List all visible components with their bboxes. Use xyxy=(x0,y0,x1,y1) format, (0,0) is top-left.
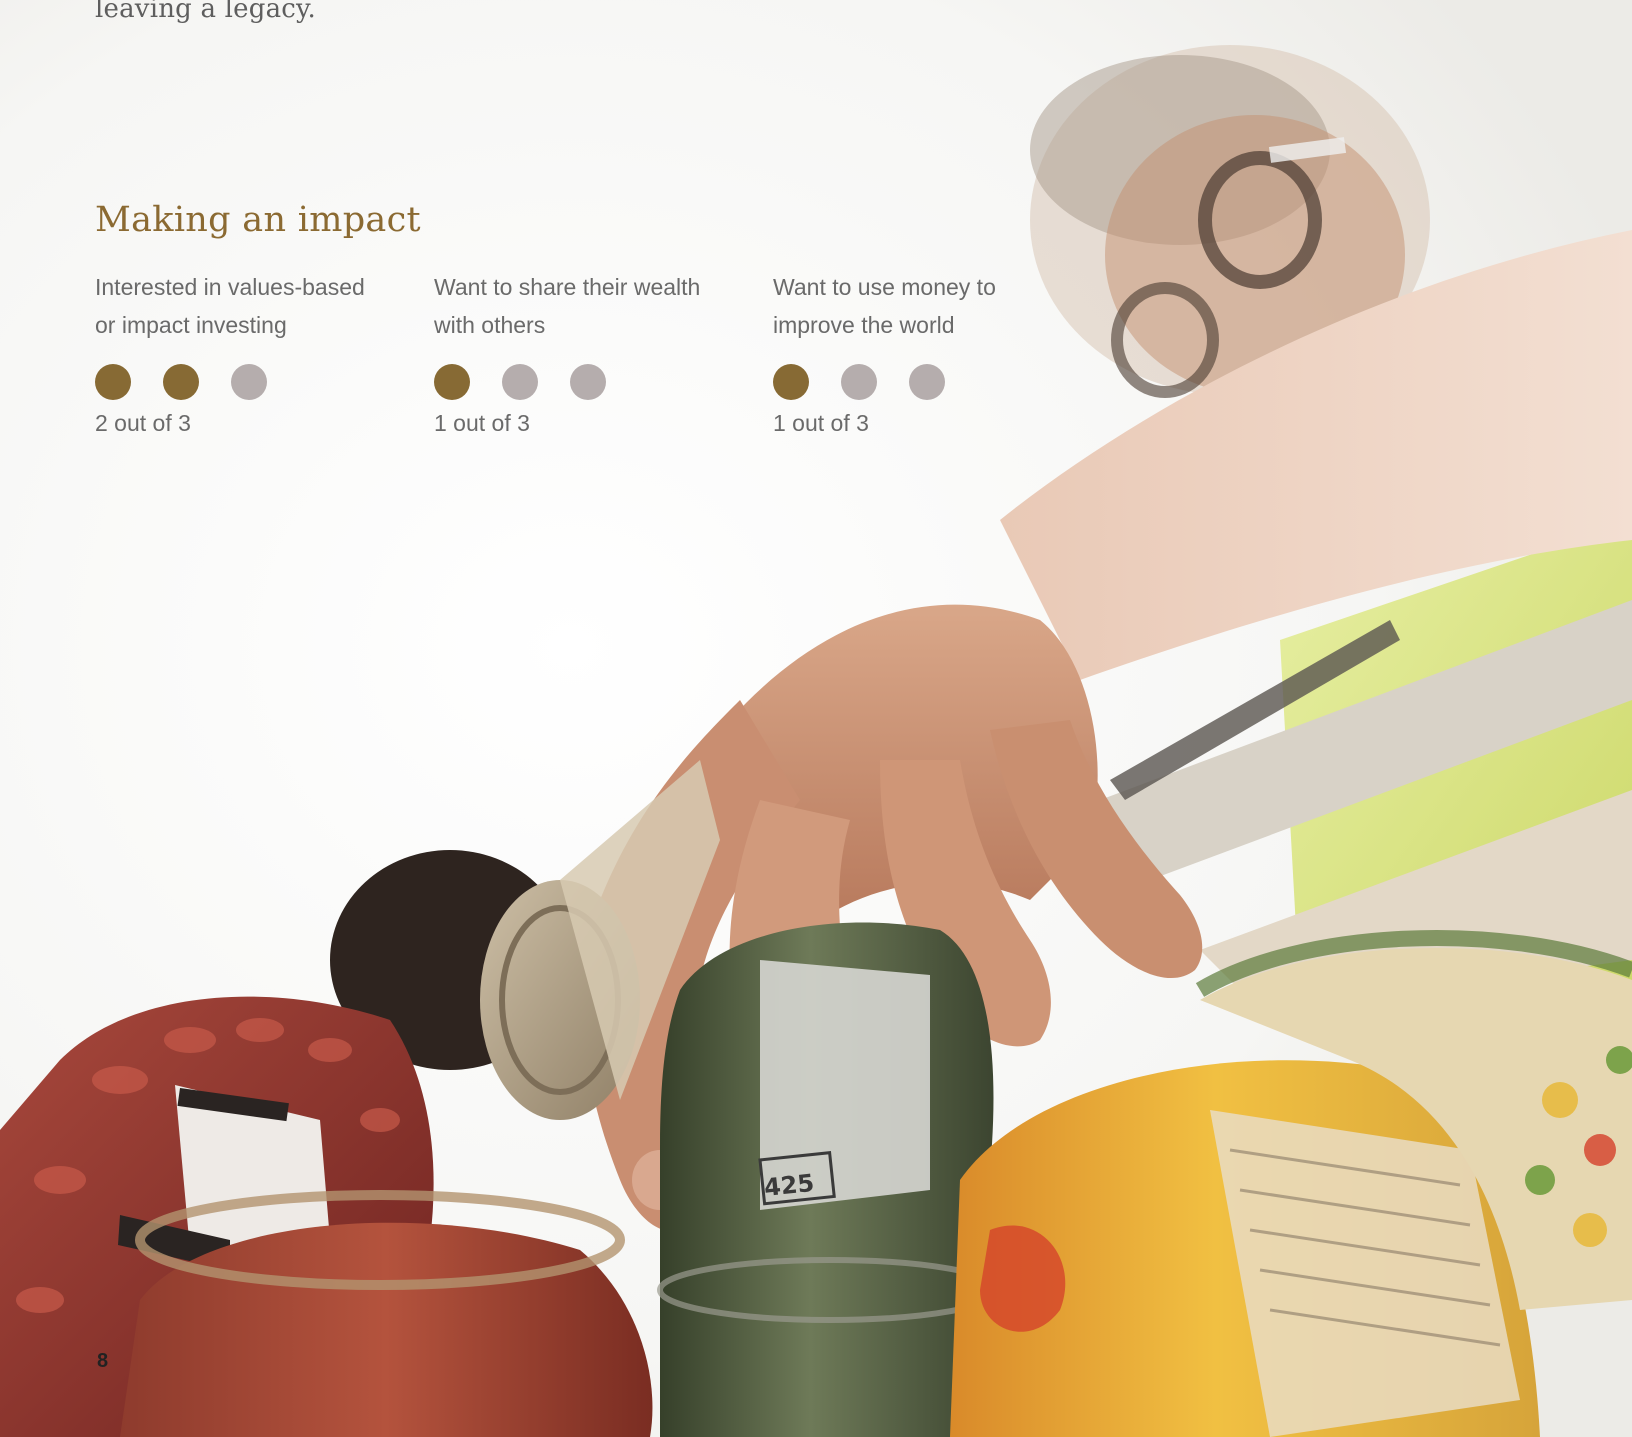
stat-description-line: Interested in values-based xyxy=(95,274,365,300)
stat-description-line: Want to share their wealth xyxy=(434,274,701,300)
rating-dot xyxy=(231,364,267,400)
section-heading: Making an impact xyxy=(95,200,421,240)
stat-description: Want to share their wealth with others xyxy=(434,268,744,344)
stat-description-line: Want to use money to xyxy=(773,274,996,300)
stat-description-line: improve the world xyxy=(773,312,955,338)
rating-dot xyxy=(909,364,945,400)
stat-description-line: or impact investing xyxy=(95,312,287,338)
rating-dot xyxy=(841,364,877,400)
stat-value: 1 out of 3 xyxy=(773,410,869,436)
stat-description: Interested in values-based or impact inv… xyxy=(95,268,405,344)
stat-improve-world: Want to use money to improve the world 1… xyxy=(773,268,1083,437)
stat-description: Want to use money to improve the world xyxy=(773,268,1083,344)
rating-dot xyxy=(163,364,199,400)
stat-value: 2 out of 3 xyxy=(95,410,191,436)
dot-rating xyxy=(434,364,744,400)
dot-rating xyxy=(95,364,405,400)
stat-share-wealth: Want to share their wealth with others 1… xyxy=(434,268,744,437)
stat-description-line: with others xyxy=(434,312,546,338)
rating-dot xyxy=(95,364,131,400)
rating-dot xyxy=(773,364,809,400)
rating-dot xyxy=(502,364,538,400)
rating-dot xyxy=(570,364,606,400)
stat-values-based-investing: Interested in values-based or impact inv… xyxy=(95,268,405,437)
rating-dot xyxy=(434,364,470,400)
page-number: 8 xyxy=(97,1350,109,1372)
page-content: leaving a legacy. Making an impact Inter… xyxy=(0,0,1632,1437)
stat-value: 1 out of 3 xyxy=(434,410,530,436)
intro-text-tail: leaving a legacy. xyxy=(95,0,316,24)
dot-rating xyxy=(773,364,1083,400)
